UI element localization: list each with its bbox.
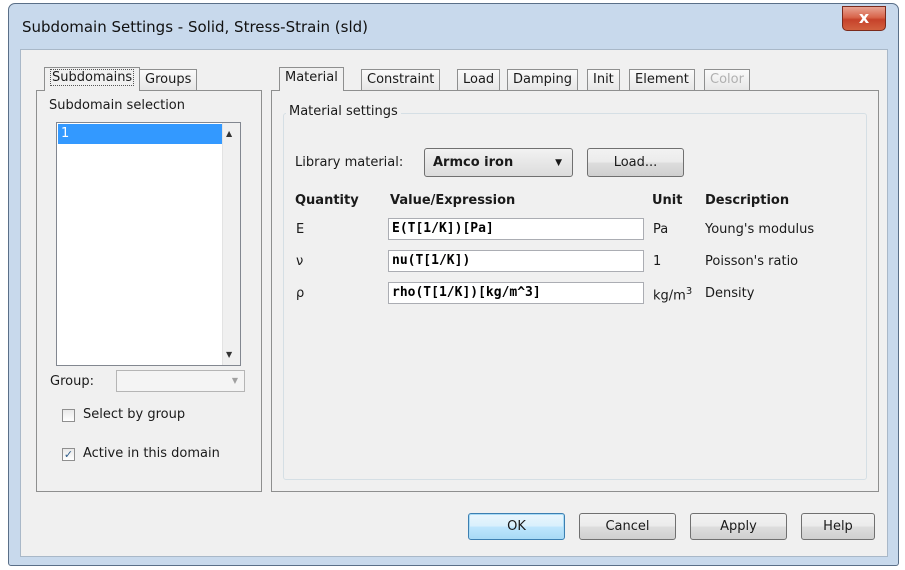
tab-element[interactable]: Element xyxy=(629,69,695,91)
value-input-E[interactable]: E(T[1/K])[Pa] xyxy=(388,218,644,240)
ok-button[interactable]: OK xyxy=(468,513,565,540)
value-input-nu[interactable]: nu(T[1/K]) xyxy=(388,250,644,272)
select-by-group-label[interactable]: Select by group xyxy=(83,407,185,422)
subdomain-selection-label: Subdomain selection xyxy=(49,98,185,113)
unit-rho: kg/m3 xyxy=(653,286,692,303)
chevron-down-icon: ▼ xyxy=(555,158,562,168)
tab-material[interactable]: Material xyxy=(279,67,344,91)
library-material-label: Library material: xyxy=(295,155,404,170)
tab-color: Color xyxy=(704,69,750,91)
close-button[interactable]: x xyxy=(842,6,886,31)
header-value-expression: Value/Expression xyxy=(390,193,516,208)
chevron-down-icon: ▼ xyxy=(231,376,238,385)
apply-button[interactable]: Apply xyxy=(690,513,787,540)
unit-rho-exponent: 3 xyxy=(685,286,693,297)
description-rho: Density xyxy=(705,286,755,301)
dialog-window: Subdomain Settings - Solid, Stress-Strai… xyxy=(8,3,899,566)
header-unit: Unit xyxy=(652,193,683,208)
header-description: Description xyxy=(705,193,790,208)
description-E: Young's modulus xyxy=(705,222,815,237)
unit-E: Pa xyxy=(653,222,669,237)
material-settings-legend: Material settings xyxy=(286,104,401,119)
material-tab-panel: Material settings Library material: Armc… xyxy=(271,90,879,492)
tab-load[interactable]: Load xyxy=(457,69,501,91)
tab-init[interactable]: Init xyxy=(587,69,620,91)
quantity-nu: ν xyxy=(296,254,304,269)
unit-rho-base: kg/m xyxy=(653,288,686,304)
tab-constraint[interactable]: Constraint xyxy=(361,69,441,91)
quantity-rho: ρ xyxy=(296,286,305,301)
tab-subdomains[interactable]: Subdomains xyxy=(44,67,141,91)
checkmark-icon: ✓ xyxy=(63,448,74,461)
left-tab-panel: Subdomain selection 1 ▲ ▼ Group: ▼ Selec… xyxy=(36,90,262,492)
cancel-button[interactable]: Cancel xyxy=(579,513,676,540)
unit-nu: 1 xyxy=(653,254,662,269)
quantity-E: E xyxy=(296,222,305,237)
group-label: Group: xyxy=(50,374,94,389)
help-button[interactable]: Help xyxy=(801,513,875,540)
dialog-client-area: Subdomains Groups Subdomain selection 1 … xyxy=(20,49,888,557)
library-material-select[interactable]: Armco iron ▼ xyxy=(424,148,573,177)
tab-damping[interactable]: Damping xyxy=(507,69,578,91)
scroll-up-icon[interactable]: ▲ xyxy=(226,129,232,138)
description-nu: Poisson's ratio xyxy=(705,254,799,269)
value-input-rho[interactable]: rho(T[1/K])[kg/m^3] xyxy=(388,282,644,304)
header-quantity: Quantity xyxy=(295,193,359,208)
load-material-button[interactable]: Load... xyxy=(587,148,684,177)
subdomain-listbox[interactable]: 1 ▲ ▼ xyxy=(56,122,241,366)
scroll-down-icon[interactable]: ▼ xyxy=(226,350,232,359)
active-in-domain-checkbox[interactable]: ✓ xyxy=(62,448,75,461)
group-select[interactable]: ▼ xyxy=(116,370,245,392)
tab-subdomains-label: Subdomains xyxy=(50,69,135,86)
subdomain-list-item-selected[interactable]: 1 xyxy=(58,124,223,144)
library-material-value: Armco iron xyxy=(433,155,514,170)
listbox-scrollbar[interactable]: ▲ ▼ xyxy=(222,123,240,365)
tab-groups[interactable]: Groups xyxy=(139,69,198,91)
select-by-group-checkbox[interactable] xyxy=(62,409,75,422)
window-title: Subdomain Settings - Solid, Stress-Strai… xyxy=(22,18,368,36)
active-in-domain-label[interactable]: Active in this domain xyxy=(83,446,220,461)
